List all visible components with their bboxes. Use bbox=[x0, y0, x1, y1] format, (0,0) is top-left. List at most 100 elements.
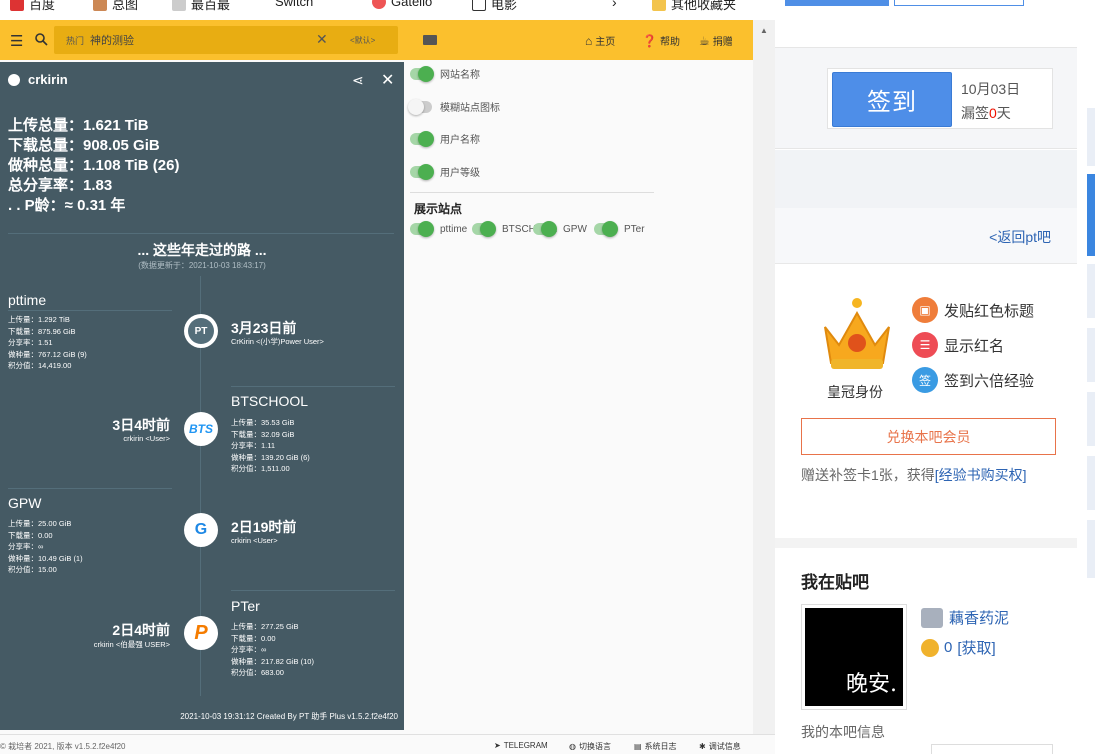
telegram-icon: ➤ bbox=[494, 741, 501, 750]
telegram-link[interactable]: ➤ TELEGRAM bbox=[494, 741, 548, 750]
get-coins-link[interactable]: [获取] bbox=[957, 637, 995, 658]
missed-days: 漏签0天 bbox=[961, 105, 1011, 121]
bookmark-other-folder[interactable]: 其他收藏夹 bbox=[652, 0, 736, 13]
crown-label: 皇冠身份 bbox=[827, 384, 883, 400]
sign-in-button[interactable]: 签到 bbox=[832, 72, 952, 127]
settings-divider bbox=[410, 192, 654, 193]
back-to-bar-link[interactable]: <返回pt吧 bbox=[989, 227, 1051, 247]
toggle-blur-site-icon[interactable]: 模糊站点图标 bbox=[408, 98, 500, 115]
menu-icon[interactable]: ☰ bbox=[10, 32, 23, 50]
debug-info-button[interactable]: ✱ 调试信息 bbox=[699, 741, 741, 752]
when-gpw: 2日19时前 bbox=[231, 519, 297, 535]
side-strip bbox=[1087, 264, 1095, 318]
search-input[interactable] bbox=[90, 30, 310, 50]
my-bar-title: 我在贴吧 bbox=[801, 573, 869, 592]
who-btschool: crkirin <User> bbox=[123, 434, 170, 443]
gpw-site-icon: G bbox=[184, 513, 218, 547]
tieba-page: 签到 10月03日 漏签0天 <返回pt吧 皇冠身份 ▣ 发贴红色标题 ☰ 显示红名… bbox=[775, 0, 1095, 754]
heart-icon bbox=[372, 0, 386, 9]
side-strip-active[interactable] bbox=[1087, 174, 1095, 256]
stats-pter: 上传量：277.25 GiB 下载量：0.00 分享率：∞ 做种量：217.82… bbox=[231, 622, 314, 677]
system-log-button[interactable]: ▤ 系统日志 bbox=[634, 741, 677, 752]
pttime-site-icon: PT bbox=[184, 314, 218, 348]
popup-toolbar: ☰ 热门 ✕ <默认> ⌂主页 ❓帮助 ☕捐赠 bbox=[0, 20, 753, 60]
who-pttime: CrKirin <(小学)Power User> bbox=[231, 337, 324, 346]
home-icon: ⌂ bbox=[585, 33, 593, 48]
toggle-user-name[interactable]: 用户名称 bbox=[410, 130, 480, 147]
top-blue-button[interactable] bbox=[785, 0, 889, 6]
timeline-site-btschool: BTSCHOOL bbox=[231, 393, 309, 409]
when-pter: 2日4时前 bbox=[112, 622, 170, 638]
switch-off[interactable] bbox=[408, 98, 432, 115]
stats-gpw: 上传量：25.00 GiB 下载量：0.00 分享率：∞ 做种量：10.49 G… bbox=[8, 519, 83, 574]
switch-on[interactable] bbox=[533, 221, 557, 237]
switch-on[interactable] bbox=[594, 221, 618, 237]
site-toggle-gpw[interactable]: GPW bbox=[533, 221, 587, 237]
top-outline-button[interactable] bbox=[894, 0, 1024, 6]
coins-row: 0 [获取] bbox=[921, 637, 996, 658]
side-strip bbox=[1087, 392, 1095, 446]
bookmarks-bar: 百度 总图 最百最 Switch Gatello 电影 › 其他收藏夹 bbox=[0, 0, 775, 20]
coin-count: 0 bbox=[944, 639, 953, 656]
timeline-site-pter: PTer bbox=[231, 598, 260, 614]
road-updated: (数据更新于：2021-10-03 18:43:17) bbox=[138, 261, 266, 270]
switch-language-button[interactable]: ◍ 切换语言 bbox=[569, 741, 611, 752]
status-bar: © 栽培者 2021, 版本 v1.5.2.f2e4f20 ➤ TELEGRAM … bbox=[0, 734, 775, 754]
pter-site-icon: P bbox=[184, 616, 218, 650]
sign-date: 10月03日 bbox=[961, 81, 1021, 97]
level-icon bbox=[921, 607, 943, 628]
card-header: crkirin bbox=[8, 72, 68, 87]
app-logo-icon bbox=[423, 35, 437, 45]
privilege-sign-exp: 签签到六倍经验 bbox=[912, 367, 1034, 393]
switch-on[interactable] bbox=[410, 163, 434, 180]
road-title: ... 这些年走过的路 ... bbox=[137, 242, 267, 258]
site-toggle-pttime[interactable]: pttime bbox=[410, 221, 467, 237]
home-button[interactable]: ⌂ 主页 bbox=[585, 33, 615, 49]
switch-on[interactable] bbox=[472, 221, 496, 237]
crown-icon bbox=[824, 298, 890, 369]
sites-title: 展示站点 bbox=[414, 202, 463, 216]
user-stats-card: crkirin ⋖ ✕ 上传总量：1.621 TiB 下载总量：908.05 G… bbox=[0, 62, 404, 730]
exchange-membership-button[interactable]: 兑换本吧会员 bbox=[801, 418, 1056, 455]
bookmark-3[interactable]: 最百最 bbox=[172, 0, 230, 13]
when-btschool: 3日4时前 bbox=[112, 417, 170, 433]
privilege-red-title: ▣ 发贴红色标题 bbox=[912, 297, 1034, 323]
my-info-label: 我的本吧信息 bbox=[801, 724, 885, 740]
close-icon[interactable]: ✕ bbox=[316, 31, 328, 48]
exp-book-link[interactable]: [经验书购买权] bbox=[935, 467, 1027, 483]
help-button[interactable]: ❓ 帮助 bbox=[642, 33, 680, 49]
donate-button[interactable]: ☕ 捐赠 bbox=[699, 33, 733, 49]
bookmark-switch[interactable]: Switch bbox=[275, 0, 313, 9]
toggle-site-name[interactable]: 网站名称 bbox=[410, 65, 480, 82]
chevron-right-icon[interactable]: › bbox=[612, 0, 617, 10]
site-toggle-pter[interactable]: PTer bbox=[594, 221, 645, 237]
switch-on[interactable] bbox=[410, 130, 434, 147]
search-hot-tag[interactable]: 热门 bbox=[66, 34, 84, 47]
avatar[interactable]: 晚安. bbox=[801, 604, 907, 710]
copyright: © 栽培者 2021, 版本 v1.5.2.f2e4f20 bbox=[0, 742, 126, 751]
bookmark-baidu[interactable]: 百度 bbox=[10, 0, 55, 13]
switch-on[interactable] bbox=[410, 65, 434, 82]
sign-icon: 签 bbox=[912, 367, 938, 393]
privilege-red-name: ☰ 显示红名 bbox=[912, 332, 1004, 358]
search-default-select[interactable]: <默认> bbox=[350, 35, 375, 46]
toggle-user-level[interactable]: 用户等级 bbox=[410, 163, 480, 180]
coin-icon bbox=[921, 638, 939, 657]
bookmark-2[interactable]: 总图 bbox=[93, 0, 138, 13]
total-upload: 上传总量：1.621 TiB bbox=[8, 117, 149, 134]
gift-text: 赠送补签卡1张，获得[经验书购买权] bbox=[801, 467, 1027, 483]
pt-helper-popup: ☰ 热门 ✕ <默认> ⌂主页 ❓帮助 ☕捐赠 ▲ ▼ 网站名称 模糊站点图标 … bbox=[0, 20, 775, 754]
bookmark-movie[interactable]: 电影 bbox=[472, 0, 517, 13]
nickname-link[interactable]: 藕香药泥 bbox=[949, 607, 1009, 628]
side-strip bbox=[1087, 520, 1095, 578]
share-icon[interactable]: ⋖ bbox=[352, 72, 364, 89]
bookmark-gatello[interactable]: Gatello bbox=[372, 0, 432, 9]
popup-scrollbar[interactable]: ▲ ▼ bbox=[753, 20, 775, 754]
scroll-up-icon[interactable]: ▲ bbox=[760, 26, 768, 35]
switch-on[interactable] bbox=[410, 221, 434, 237]
when-pttime: 3月23日前 bbox=[231, 320, 297, 336]
who-gpw: crkirin <User> bbox=[231, 536, 278, 545]
close-icon[interactable]: ✕ bbox=[381, 70, 394, 90]
partial-box bbox=[931, 744, 1053, 754]
search-icon[interactable] bbox=[34, 32, 48, 46]
